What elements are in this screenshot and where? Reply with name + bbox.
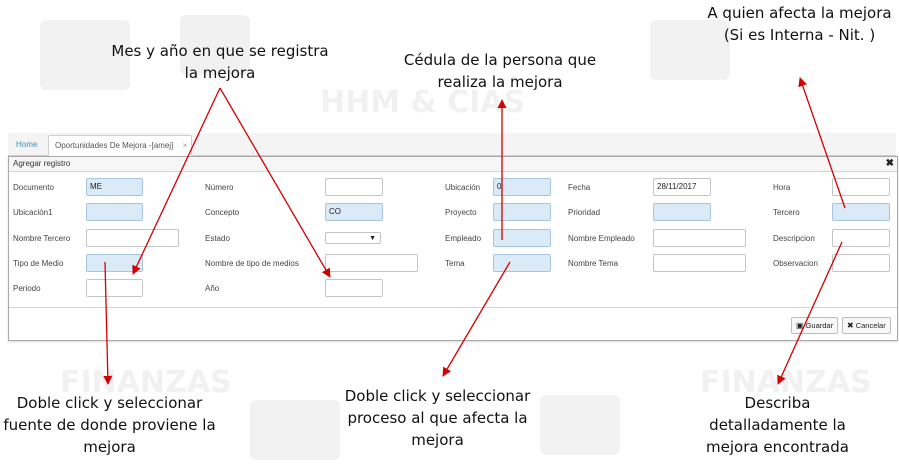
descripcion-input[interactable] (832, 229, 890, 247)
label-empleado: Empleado (445, 234, 482, 243)
estado-select[interactable]: ▼ (325, 232, 381, 244)
label-tipo-medio: Tipo de Medio (13, 259, 64, 268)
annotation-doble-click-proceso: Doble click y seleccionar proceso al que… (344, 387, 531, 449)
save-icon: ▣ (796, 321, 804, 330)
annotation-describa: Describa detalladamente la mejora encont… (706, 394, 849, 456)
fecha-input[interactable]: 28/11/2017 (653, 178, 711, 196)
label-hora: Hora (773, 183, 791, 192)
label-numero: Número (205, 183, 234, 192)
label-tercero: Tercero (773, 208, 800, 217)
label-nombre-tema: Nombre Tema (568, 259, 619, 268)
ubicacion-input[interactable]: 0 (493, 178, 551, 196)
add-record-panel: Agregar registro ✖ Documento ME Número U… (8, 156, 898, 341)
numero-input[interactable] (325, 178, 383, 196)
tipo-medio-input[interactable] (86, 254, 143, 272)
label-periodo: Periodo (13, 284, 41, 293)
close-icon: ✖ (847, 321, 854, 330)
label-concepto: Concepto (205, 208, 240, 217)
annotation-afecta: A quien afecta la mejora (Si es Interna … (707, 4, 892, 44)
panel-divider (9, 307, 897, 308)
annotation-doble-click-fuente: Doble click y seleccionar fuente de dond… (3, 394, 216, 456)
label-prioridad: Prioridad (568, 208, 601, 217)
anio-input[interactable] (325, 279, 383, 297)
label-tema: Tema (445, 259, 465, 268)
nombre-empleado-input[interactable] (653, 229, 746, 247)
documento-input[interactable]: ME (86, 178, 143, 196)
annotation-cedula: Cédula de la persona que realiza la mejo… (403, 51, 597, 91)
label-nombre-tipo-medios: Nombre de tipo de medios (205, 259, 299, 268)
prioridad-input[interactable] (653, 203, 711, 221)
cancel-button-label: Cancelar (855, 321, 886, 330)
tercero-input[interactable] (832, 203, 890, 221)
empleado-input[interactable] (493, 229, 551, 247)
ubicacion1-input[interactable] (86, 203, 143, 221)
panel-header: Agregar registro ✖ (9, 157, 897, 172)
annotation-mes-anio: Mes y año en que se registra la mejora (111, 42, 329, 82)
label-observacion: Observacion (773, 259, 818, 268)
panel-title: Agregar registro (13, 159, 71, 168)
proyecto-input[interactable] (493, 203, 551, 221)
cancel-button[interactable]: ✖ Cancelar (842, 317, 891, 334)
label-ubicacion: Ubicación (445, 183, 481, 192)
label-nombre-empleado: Nombre Empleado (568, 234, 635, 243)
save-button[interactable]: ▣ Guardar (791, 317, 839, 334)
close-icon[interactable]: ✖ (886, 157, 894, 171)
tab-label: Oportunidades De Mejora -[amej] (55, 141, 174, 150)
periodo-input[interactable] (86, 279, 143, 297)
label-nombre-tercero: Nombre Tercero (13, 234, 71, 243)
label-documento: Documento (13, 183, 54, 192)
hora-input[interactable] (832, 178, 890, 196)
save-button-label: Guardar (805, 321, 834, 330)
nombre-tercero-input[interactable] (86, 229, 179, 247)
tab-oportunidades-mejora[interactable]: Oportunidades De Mejora -[amej] × (48, 135, 193, 156)
close-icon[interactable]: × (183, 136, 188, 155)
label-ubicacion1: Ubicación1 (13, 208, 53, 217)
tema-input[interactable] (493, 254, 551, 272)
label-proyecto: Proyecto (445, 208, 477, 217)
observacion-input[interactable] (832, 254, 890, 272)
chevron-down-icon: ▼ (369, 235, 376, 242)
concepto-input[interactable]: CO (325, 203, 383, 221)
nombre-tipo-medios-input[interactable] (325, 254, 418, 272)
tab-bar: Home Oportunidades De Mejora -[amej] × (8, 133, 896, 156)
label-fecha: Fecha (568, 183, 591, 192)
tab-home[interactable]: Home (10, 135, 43, 154)
label-anio: Año (205, 284, 220, 293)
nombre-tema-input[interactable] (653, 254, 746, 272)
label-descripcion: Descripcion (773, 234, 815, 243)
label-estado: Estado (205, 234, 230, 243)
